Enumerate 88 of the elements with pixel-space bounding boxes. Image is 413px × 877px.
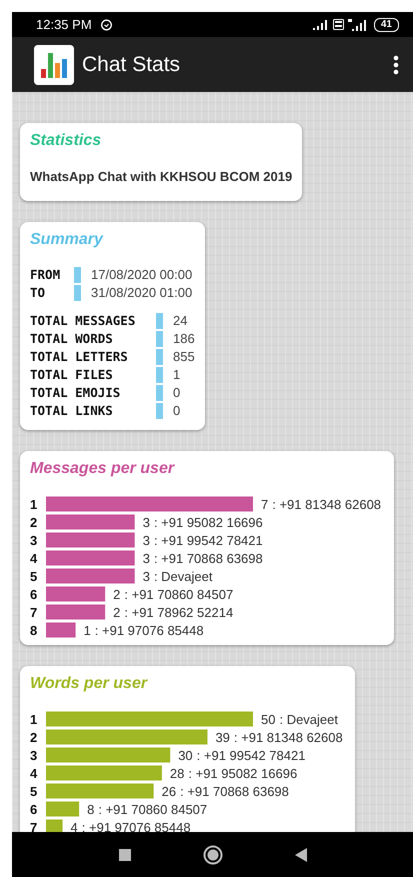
card-title: Summary	[30, 230, 104, 250]
marker-bar	[156, 348, 163, 364]
summary-label: TOTAL WORDS	[30, 330, 114, 348]
status-time: 12:35 PM	[36, 16, 92, 34]
user-label: : Devajeet	[279, 712, 338, 726]
app-logo-icon	[34, 44, 74, 84]
value-label: 2	[113, 604, 120, 620]
marker-bar	[156, 366, 163, 382]
rank-number: 7	[30, 604, 38, 620]
value-label: 7	[261, 496, 268, 512]
marker-bar	[74, 266, 81, 282]
signal-icon	[348, 18, 366, 30]
value-label: 4	[70, 820, 78, 832]
user-label: : +91 81348 62608	[234, 730, 343, 744]
user-label: : +91 99542 78421	[196, 748, 306, 762]
summary-label: TOTAL LINKS	[30, 402, 114, 420]
signal-icon	[312, 20, 329, 30]
marker-bar	[156, 384, 163, 400]
summary-label: TOTAL LETTERS	[30, 348, 129, 366]
more-options-icon[interactable]	[393, 54, 399, 74]
summary-value: 31/08/2020 01:00	[91, 284, 192, 302]
rank-number: 2	[30, 730, 38, 744]
chat-name: WhatsApp Chat with KKHSOU BCOM 2019	[30, 168, 292, 186]
battery-indicator: 41	[374, 18, 399, 32]
back-icon[interactable]	[294, 848, 306, 862]
rank-number: 4	[30, 550, 38, 566]
summary-label: TOTAL FILES	[30, 366, 114, 384]
rank-number: 7	[30, 820, 38, 832]
user-label: : +91 81348 62608	[272, 496, 382, 512]
card-title: Statistics	[30, 131, 102, 151]
value-label: 2	[113, 586, 120, 602]
summary-label: TOTAL EMOJIS	[30, 384, 122, 402]
bar	[46, 801, 80, 816]
value-label: 30	[178, 748, 193, 762]
rank-number: 3	[30, 532, 38, 548]
summary-value: 1	[173, 366, 180, 384]
rank-number: 3	[30, 748, 38, 762]
user-label: : +91 70860 84507	[124, 586, 234, 602]
value-label: 3	[142, 532, 150, 548]
rank-number: 5	[30, 784, 38, 798]
value-label: 28	[170, 766, 184, 780]
user-label: : Devajeet	[154, 568, 212, 584]
user-label: : +91 95082 16696	[188, 766, 298, 780]
home-icon[interactable]	[202, 844, 222, 864]
summary-value: 855	[173, 348, 195, 366]
rank-number: 5	[30, 568, 38, 584]
marker-bar	[74, 284, 81, 300]
rank-number: 6	[30, 802, 38, 816]
value-label: 3	[142, 550, 150, 566]
rank-number: 1	[30, 496, 38, 512]
user-label: : +91 97076 85448	[94, 622, 204, 638]
value-label: 39	[215, 730, 230, 744]
rank-number: 4	[30, 766, 38, 780]
value-label: 8	[87, 802, 94, 816]
value-label: 1	[84, 622, 91, 638]
value-label: 3	[142, 568, 150, 584]
marker-bar	[156, 402, 163, 418]
bar	[46, 622, 76, 637]
user-label: : +91 70868 63698	[154, 550, 263, 566]
user-label: : +91 70868 63698	[180, 784, 289, 798]
summary-label: TOTAL MESSAGES	[30, 312, 136, 330]
marker-bar	[156, 330, 163, 346]
app-title: Chat Stats	[82, 52, 180, 78]
marker-bar	[156, 312, 163, 328]
user-label: : +91 70860 84507	[98, 802, 208, 816]
rank-number: 2	[30, 514, 38, 530]
value-label: 50	[261, 712, 276, 726]
summary-value: 17/08/2020 00:00	[91, 266, 192, 284]
rank-number: 1	[30, 712, 38, 726]
card-title: Messages per user	[30, 458, 176, 478]
summary-value: 24	[173, 312, 188, 330]
user-label: : +91 78962 52214	[124, 604, 234, 620]
summary-label: FROM	[30, 266, 62, 284]
bar	[46, 586, 106, 601]
rank-number: 6	[30, 586, 38, 602]
value-label: 3	[142, 514, 150, 530]
card-title: Words per user	[30, 674, 149, 694]
rank-number: 8	[30, 622, 38, 638]
summary-value: 0	[173, 384, 180, 402]
user-label: : +91 99542 78421	[154, 532, 263, 548]
user-label: : +91 97076 85448	[82, 820, 191, 832]
summary-label: TO	[30, 284, 46, 302]
recents-icon[interactable]	[118, 848, 130, 860]
bar	[46, 604, 106, 619]
user-label: : +91 95082 16696	[154, 514, 263, 530]
value-label: 26	[162, 784, 176, 798]
summary-value: 186	[173, 330, 195, 348]
summary-value: 0	[173, 402, 180, 420]
